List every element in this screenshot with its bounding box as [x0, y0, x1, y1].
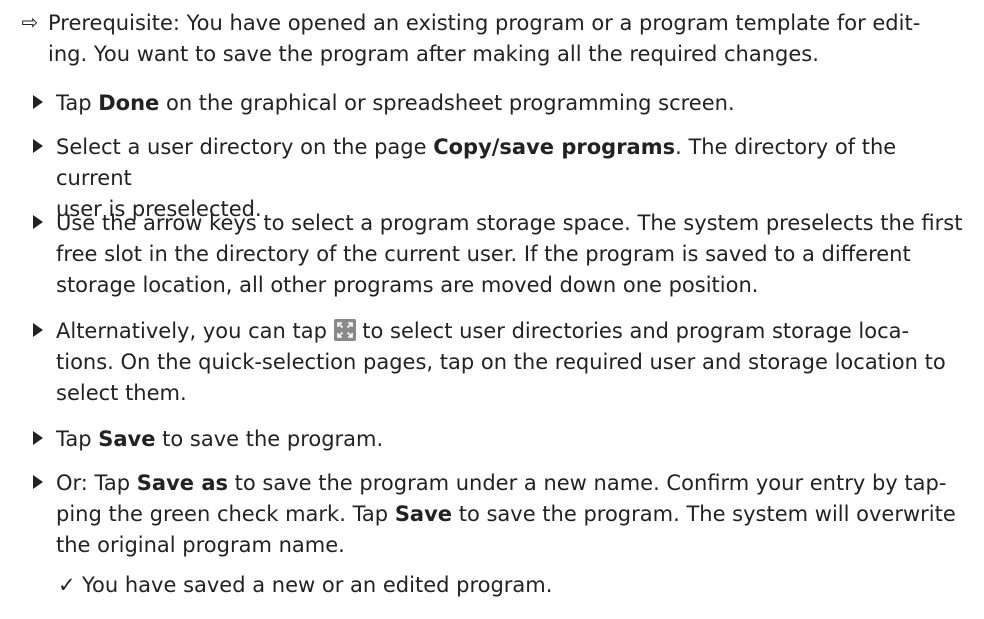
- step-4-line-3: select them.: [56, 381, 187, 405]
- fullscreen-expand-icon: [333, 319, 356, 341]
- bullet-triangle-icon: [26, 470, 50, 494]
- step-text: Use the arrow keys to select a program s…: [56, 208, 971, 301]
- bullet-triangle-icon: [26, 134, 50, 158]
- prerequisite-line-1: Prerequisite: You have opened an existin…: [48, 11, 921, 35]
- step-item: Tap Save to save the program.: [0, 424, 984, 456]
- done-label: Done: [98, 91, 160, 115]
- step-item: Select a user directory on the page Copy…: [0, 132, 984, 221]
- step-1-text-a: Tap: [56, 91, 99, 115]
- copy-save-programs-label: Copy/save programs: [433, 135, 676, 159]
- step-text: Tap Done on the graphical or spreadsheet…: [56, 88, 971, 119]
- step-3-line-2: free slot in the directory of the curren…: [56, 242, 911, 266]
- save-label: Save: [394, 502, 453, 526]
- instruction-document: ⇨ Prerequisite: You have opened an exist…: [0, 0, 984, 619]
- prerequisite-item: ⇨ Prerequisite: You have opened an exist…: [0, 8, 984, 72]
- prerequisite-arrow-glyph: ⇨: [21, 10, 39, 34]
- step-4-line-1: Alternatively, you can tap to select use…: [56, 316, 971, 347]
- step-5-text-a: Tap: [56, 427, 99, 451]
- step-6-text-c: ping the green check mark. Tap: [56, 502, 395, 526]
- step-3-line-3: storage location, all other programs are…: [56, 273, 759, 297]
- step-1-text-b: on the graphical or spreadsheet programm…: [159, 91, 735, 115]
- bullet-triangle-icon: [26, 318, 50, 342]
- step-4-text-b: to select user directories and program s…: [355, 319, 910, 343]
- step-4-line-2: tions. On the quick-selection pages, tap…: [56, 350, 946, 374]
- bullet-triangle-icon: [26, 426, 50, 450]
- step-6-line-1: Or: Tap Save as to save the program unde…: [56, 468, 971, 499]
- check-mark-icon: ✓: [58, 573, 76, 597]
- result-item: ✓ You have saved a new or an edited prog…: [0, 570, 984, 602]
- step-6-line-2: ping the green check mark. Tap Save to s…: [56, 499, 971, 530]
- step-2-line-1: Select a user directory on the page Copy…: [56, 132, 971, 194]
- step-item: Use the arrow keys to select a program s…: [0, 208, 984, 304]
- step-text: Tap Save to save the program.: [56, 424, 971, 455]
- step-text: Alternatively, you can tap to select use…: [56, 316, 971, 409]
- prerequisite-line-2: ing. You want to save the program after …: [48, 42, 819, 66]
- bullet-triangle-icon: [26, 210, 50, 234]
- step-item: Alternatively, you can tap to select use…: [0, 316, 984, 412]
- bullet-triangle-icon: [26, 90, 50, 114]
- step-2-text-a: Select a user directory on the page: [56, 135, 434, 159]
- step-item: Or: Tap Save as to save the program unde…: [0, 468, 984, 564]
- step-5-text-b: to save the program.: [155, 427, 384, 451]
- step-4-text-a: Alternatively, you can tap: [56, 319, 334, 343]
- step-item: Tap Done on the graphical or spreadsheet…: [0, 88, 984, 120]
- save-as-label: Save as: [136, 471, 228, 495]
- prerequisite-text: Prerequisite: You have opened an existin…: [48, 8, 963, 70]
- save-label: Save: [98, 427, 156, 451]
- step-3-line-1: Use the arrow keys to select a program s…: [56, 211, 963, 235]
- prerequisite-arrow-icon: ⇨: [18, 10, 42, 34]
- result-text: You have saved a new or an edited progra…: [82, 573, 553, 597]
- step-6-text-b: to save the program under a new name. Co…: [228, 471, 947, 495]
- step-6-text-d: to save the program. The system will ove…: [452, 502, 956, 526]
- step-6-text-a: Or: Tap: [56, 471, 137, 495]
- step-6-line-3: the original program name.: [56, 533, 345, 557]
- step-text: Or: Tap Save as to save the program unde…: [56, 468, 971, 561]
